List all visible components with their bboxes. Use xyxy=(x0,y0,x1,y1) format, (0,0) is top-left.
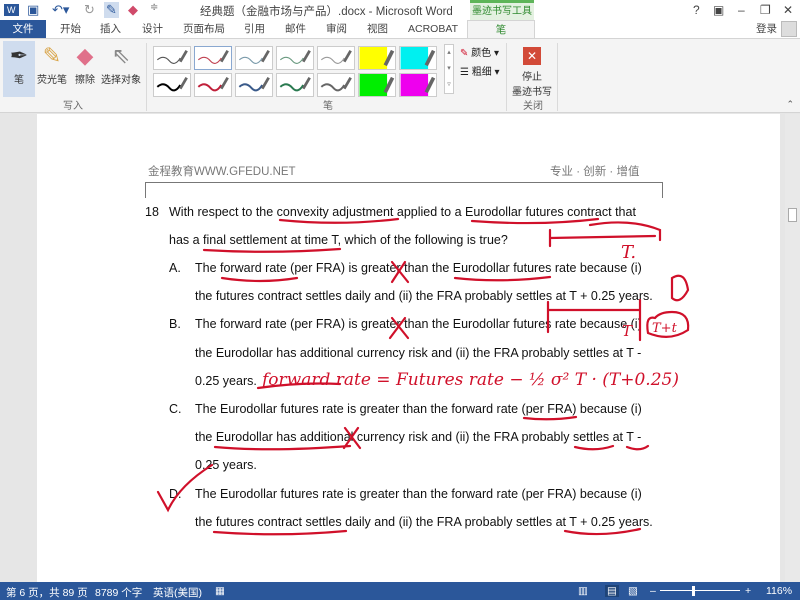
option-letter: D. xyxy=(169,486,182,501)
gallery-scroll[interactable]: ▴ ▾ ▿ xyxy=(444,44,454,94)
customize-qa-icon[interactable]: ≑ xyxy=(150,2,158,13)
tab-review[interactable]: 审阅 xyxy=(326,20,347,38)
pen-style-2-6[interactable] xyxy=(358,73,396,97)
question-line-1: With respect to the convexity adjustment… xyxy=(169,205,636,219)
tab-view[interactable]: 视图 xyxy=(367,20,388,38)
eraser-icon: ◆ xyxy=(76,43,94,68)
header-right: 专业 · 创新 · 增值 xyxy=(550,166,640,178)
zoom-in-button[interactable]: + xyxy=(745,585,751,597)
option-line: 0.25 years. xyxy=(195,373,257,388)
minimize-button[interactable]: – xyxy=(738,3,745,17)
page-count[interactable]: 第 6 页，共 89 页 xyxy=(6,585,88,600)
pen-style-2-7[interactable] xyxy=(399,73,437,97)
tab-layout[interactable]: 页面布局 xyxy=(183,20,225,38)
tab-insert[interactable]: 插入 xyxy=(100,20,121,38)
help-button[interactable]: ? xyxy=(693,3,700,17)
highlighter-button[interactable]: ✎ 荧光笔 xyxy=(36,41,68,86)
sign-in-link[interactable]: 登录 xyxy=(756,20,777,38)
macro-icon[interactable]: ▦ xyxy=(215,585,225,597)
pen-quick-icon[interactable]: ✎ xyxy=(104,2,119,18)
eraser-button[interactable]: ◆ 擦除 xyxy=(72,41,98,86)
thickness-icon: ☰ xyxy=(460,67,469,78)
zoom-level[interactable]: 116% xyxy=(766,585,792,597)
language[interactable]: 英语(美国) xyxy=(153,585,202,600)
pen-style-1-1[interactable] xyxy=(153,46,191,70)
option-letter: B. xyxy=(169,317,181,332)
web-layout-icon[interactable]: ▧ xyxy=(628,585,638,597)
ribbon-tabs: 文件 开始 插入 设计 页面布局 引用 邮件 审阅 视图 ACROBAT 笔 登… xyxy=(0,20,800,38)
ink-tools-context-tab: 墨迹书写工具 xyxy=(470,0,534,20)
color-button[interactable]: ✎ 颜色 ▾ xyxy=(460,44,499,59)
option-letter: A. xyxy=(169,261,181,275)
word-count[interactable]: 8789 个字 xyxy=(95,585,142,600)
pen-style-1-5[interactable] xyxy=(317,46,355,70)
select-objects-button[interactable]: ⇖ 选择对象 xyxy=(100,41,142,86)
word-logo-icon: W xyxy=(4,4,19,16)
cursor-icon: ⇖ xyxy=(111,43,131,68)
option-line: The forward rate (per FRA) is greater th… xyxy=(195,261,642,275)
thickness-button[interactable]: ☰ 粗细 ▾ xyxy=(460,63,500,78)
zoom-slider-thumb[interactable] xyxy=(692,586,695,596)
color-icon: ✎ xyxy=(460,48,469,59)
pen-style-1-4[interactable] xyxy=(276,46,314,70)
scrollbar-thumb[interactable] xyxy=(788,208,797,222)
pen-style-2-1[interactable] xyxy=(153,73,191,97)
eraser-quick-icon[interactable]: ◆ xyxy=(128,2,138,18)
print-layout-icon[interactable]: ▤ xyxy=(605,585,619,597)
pen-style-2-4[interactable] xyxy=(276,73,314,97)
zoom-slider[interactable] xyxy=(660,590,740,591)
pen-style-2-2[interactable] xyxy=(194,73,232,97)
pen-icon: ✒ xyxy=(9,43,29,68)
restore-button[interactable]: ❐ xyxy=(760,3,771,17)
tab-design[interactable]: 设计 xyxy=(142,20,163,38)
redo-icon[interactable]: ↻ xyxy=(84,2,95,18)
pen-style-2-3[interactable] xyxy=(235,73,273,97)
question-line-2: has a final settlement at time T, which … xyxy=(169,233,508,247)
option-line: The Eurodollar futures rate is greater t… xyxy=(195,486,642,501)
pen-style-2-5[interactable] xyxy=(317,73,355,97)
option-line: The forward rate (per FRA) is greater th… xyxy=(195,317,642,332)
ribbon-display-button[interactable]: ▣ xyxy=(713,3,724,17)
read-mode-icon[interactable]: ▥ xyxy=(578,585,588,597)
tab-mailings[interactable]: 邮件 xyxy=(285,20,306,38)
option-line: the Eurodollar has additional currency r… xyxy=(195,430,642,445)
group-label-close: 关闭 xyxy=(523,101,543,112)
group-label-write: 写入 xyxy=(63,101,83,112)
undo-icon[interactable]: ↶▾ xyxy=(52,2,69,18)
pen-style-1-2[interactable] xyxy=(194,46,232,70)
title-bar: W ▣ ↶▾ ↻ ✎ ◆ ≑ 经典题（金融市场与产品）.docx - Micro… xyxy=(0,0,800,20)
question-number: 18 xyxy=(145,205,159,219)
tab-pens[interactable]: 笔 xyxy=(467,20,535,38)
tab-acrobat[interactable]: ACROBAT xyxy=(408,20,458,38)
pen-style-1-7[interactable] xyxy=(399,46,437,70)
stop-inking-button[interactable]: ✕ 停止 墨迹书写 xyxy=(510,41,554,98)
save-icon[interactable]: ▣ xyxy=(27,2,39,18)
collapse-ribbon-icon[interactable]: ⌃ xyxy=(786,99,794,110)
option-line: the Eurodollar has additional currency r… xyxy=(195,345,642,360)
header-left: 金程教育WWW.GFEDU.NET xyxy=(148,166,296,178)
zoom-out-button[interactable]: – xyxy=(650,585,656,597)
pen-tool-button[interactable]: ✒ 笔 xyxy=(3,41,35,97)
stop-icon: ✕ xyxy=(523,47,541,65)
window-title: 经典题（金融市场与产品）.docx - Microsoft Word xyxy=(200,6,453,18)
option-line: the futures contract settles daily and (… xyxy=(195,514,653,529)
vertical-scrollbar[interactable] xyxy=(785,114,800,582)
ribbon: ✒ 笔 ✎ 荧光笔 ◆ 擦除 ⇖ 选择对象 写入 ▴ ▾ ▿ ✎ 颜色 ▾ ☰ 粗细 ▾ 笔… xyxy=(0,38,800,113)
highlighter-icon: ✎ xyxy=(42,43,62,68)
option-line: 0.25 years. xyxy=(195,458,257,473)
header-rule xyxy=(145,182,663,183)
option-letter: C. xyxy=(169,402,182,416)
tab-references[interactable]: 引用 xyxy=(244,20,265,38)
close-button[interactable]: ✕ xyxy=(783,3,793,17)
status-bar: 第 6 页，共 89 页 8789 个字 英语(美国) ▦ ▥ ▤ ▧ – + … xyxy=(0,582,800,600)
option-line: The Eurodollar futures rate is greater t… xyxy=(195,402,642,416)
pen-style-1-3[interactable] xyxy=(235,46,273,70)
pen-style-1-6[interactable] xyxy=(358,46,396,70)
group-label-pens: 笔 xyxy=(323,101,333,112)
avatar[interactable] xyxy=(781,21,797,37)
tab-file[interactable]: 文件 xyxy=(0,20,46,38)
tab-home[interactable]: 开始 xyxy=(60,20,81,38)
option-line: the futures contract settles daily and (… xyxy=(195,289,653,304)
